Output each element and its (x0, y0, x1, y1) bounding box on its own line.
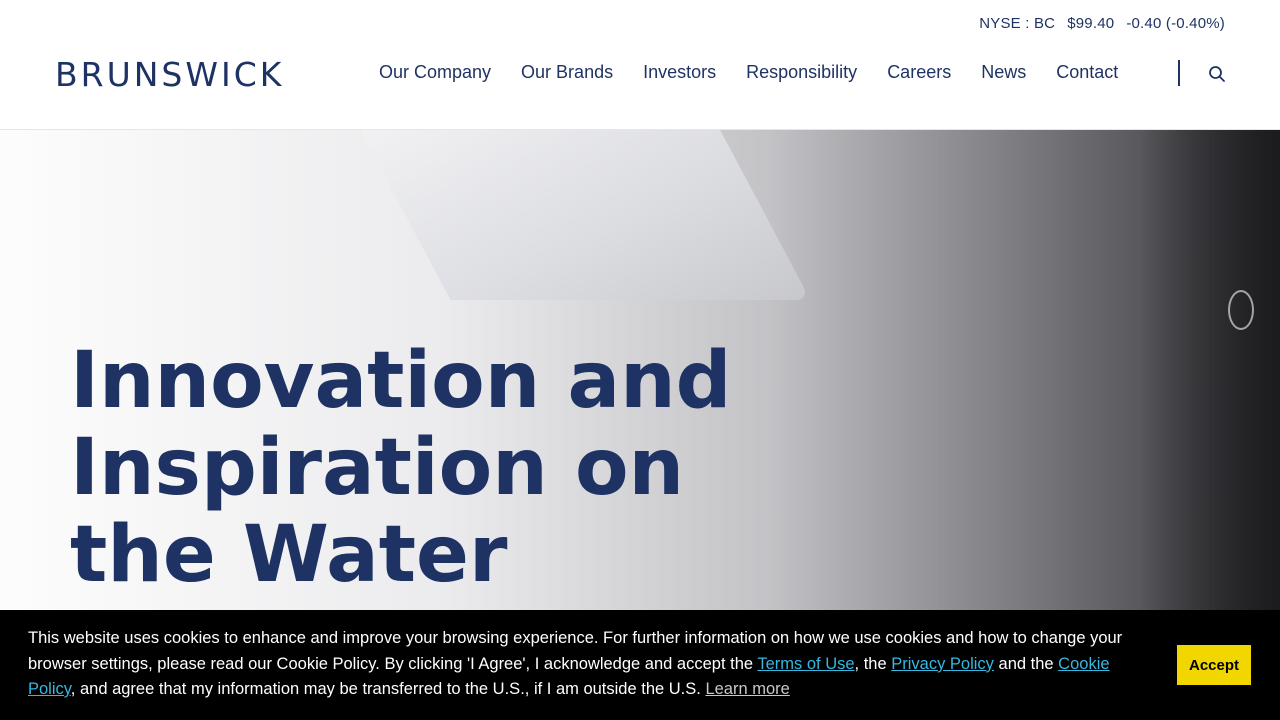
nav-our-brands[interactable]: Our Brands (521, 62, 613, 83)
terms-of-use-link[interactable]: Terms of Use (757, 655, 854, 673)
search-icon (1209, 66, 1225, 82)
privacy-policy-link[interactable]: Privacy Policy (891, 655, 994, 673)
learn-more-link[interactable]: Learn more (705, 680, 789, 698)
accept-cookies-button[interactable]: Accept (1177, 645, 1251, 685)
boat-emblem-icon (1228, 290, 1254, 330)
nav-contact[interactable]: Contact (1056, 62, 1118, 83)
nav-responsibility[interactable]: Responsibility (746, 62, 857, 83)
main-nav: Our Company Our Brands Investors Respons… (379, 62, 1148, 83)
hero-title: Innovation and Inspiration on the Water (70, 336, 732, 600)
nav-investors[interactable]: Investors (643, 62, 716, 83)
nav-news[interactable]: News (981, 62, 1026, 83)
ticker-change: -0.40 (-0.40%) (1126, 15, 1225, 32)
nav-careers[interactable]: Careers (887, 62, 951, 83)
hero-boat-surface (349, 130, 811, 300)
brunswick-logo[interactable]: BRUNSWICK (55, 55, 284, 94)
cookie-message: This website uses cookies to enhance and… (28, 626, 1158, 703)
ticker-exchange: NYSE : BC (979, 15, 1056, 32)
page: NYSE : BC $99.40 -0.40 (-0.40%) BRUNSWIC… (0, 0, 1280, 720)
cookie-text-2: , the (854, 654, 892, 673)
cookie-banner: This website uses cookies to enhance and… (0, 610, 1280, 720)
nav-divider (1178, 60, 1180, 86)
ticker-price: $99.40 (1067, 15, 1115, 32)
site-header: NYSE : BC $99.40 -0.40 (-0.40%) BRUNSWIC… (0, 0, 1280, 130)
search-button[interactable] (1207, 64, 1227, 84)
cookie-text-3: and the (993, 654, 1059, 673)
cookie-text-4: , and agree that my information may be t… (70, 680, 706, 698)
stock-ticker: NYSE : BC $99.40 -0.40 (-0.40%) (979, 15, 1225, 32)
nav-our-company[interactable]: Our Company (379, 62, 491, 83)
